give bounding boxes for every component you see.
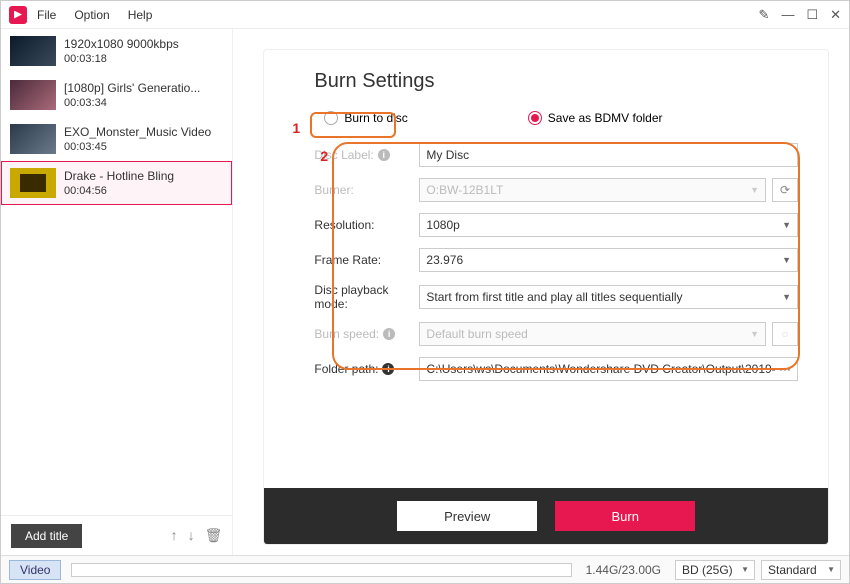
annotation-1: 1: [292, 120, 300, 136]
disc-usage-text: 1.44G/23.00G: [586, 563, 661, 577]
statusbar: Video 1.44G/23.00G BD (25G) Standard: [1, 555, 849, 583]
burn-button[interactable]: Burn: [555, 501, 695, 531]
menu-file[interactable]: File: [37, 8, 56, 22]
item-title: Drake - Hotline Bling: [64, 169, 174, 183]
menu-option[interactable]: Option: [74, 8, 109, 22]
feedback-icon[interactable]: ✎: [759, 7, 770, 23]
radio-burn-to-disc[interactable]: Burn to disc: [324, 111, 407, 125]
menu-help[interactable]: Help: [128, 8, 153, 22]
minimize-icon[interactable]: ―: [781, 7, 794, 22]
list-item[interactable]: EXO_Monster_Music Video 00:03:45: [1, 117, 232, 161]
disc-type-select[interactable]: BD (25G): [675, 560, 755, 580]
burn-speed-select: Default burn speed▼: [419, 322, 766, 346]
playback-mode-select[interactable]: Start from first title and play all titl…: [419, 285, 798, 309]
burn-settings-panel: 1 2 Burn Settings Burn to disc Save as B…: [263, 49, 829, 545]
label-disc-label: Disc Label:i: [314, 148, 419, 162]
label-burn-speed: Burn speed:i: [314, 327, 419, 341]
label-folder-path: Folder path:i: [314, 362, 419, 376]
titlebar: File Option Help ✎ ― ☐ ✕: [1, 1, 849, 29]
radio-icon: [528, 111, 542, 125]
refresh-button[interactable]: ⟳: [772, 178, 798, 202]
annotation-2: 2: [320, 148, 328, 164]
radio-icon: [324, 111, 338, 125]
item-title: [1080p] Girls' Generatio...: [64, 81, 200, 95]
thumbnail: [10, 168, 56, 198]
add-title-button[interactable]: Add title: [11, 524, 82, 548]
label-resolution: Resolution:: [314, 218, 419, 232]
refresh-icon: ⟳: [780, 183, 790, 197]
item-duration: 00:03:45: [64, 141, 211, 153]
sidebar: 1920x1080 9000kbps 00:03:18 [1080p] Girl…: [1, 29, 233, 555]
item-duration: 00:03:34: [64, 97, 200, 109]
info-icon[interactable]: i: [383, 328, 395, 340]
maximize-icon[interactable]: ☐: [806, 7, 818, 23]
folder-path-input[interactable]: C:\Users\ws\Documents\Wondershare DVD Cr…: [419, 357, 798, 381]
quality-select[interactable]: Standard: [761, 560, 841, 580]
item-title: EXO_Monster_Music Video: [64, 125, 211, 139]
info-icon[interactable]: i: [378, 149, 390, 161]
disc-usage-bar: [71, 563, 571, 577]
label-playback-mode: Disc playback mode:: [314, 283, 419, 311]
resolution-select[interactable]: 1080p▼: [419, 213, 798, 237]
thumbnail: [10, 36, 56, 66]
burn-speed-refresh: ○: [772, 322, 798, 346]
radio-save-bdmv[interactable]: Save as BDMV folder: [528, 111, 663, 125]
circle-icon: ○: [781, 327, 788, 341]
thumbnail: [10, 80, 56, 110]
move-down-icon[interactable]: ↓: [188, 527, 195, 544]
disc-label-input[interactable]: My Disc: [419, 143, 798, 167]
radio-label: Burn to disc: [344, 111, 407, 125]
preview-button[interactable]: Preview: [397, 501, 537, 531]
panel-title: Burn Settings: [314, 70, 798, 93]
label-burner: Burner:: [314, 183, 419, 197]
item-title: 1920x1080 9000kbps: [64, 37, 179, 51]
status-video-label: Video: [9, 560, 61, 580]
move-up-icon[interactable]: ↑: [171, 527, 178, 544]
list-item[interactable]: [1080p] Girls' Generatio... 00:03:34: [1, 73, 232, 117]
list-item[interactable]: 1920x1080 9000kbps 00:03:18: [1, 29, 232, 73]
label-frame-rate: Frame Rate:: [314, 253, 419, 267]
burner-select: O:BW-12B1LT▼: [419, 178, 766, 202]
item-duration: 00:03:18: [64, 53, 179, 65]
app-logo: [9, 6, 27, 24]
close-icon[interactable]: ✕: [830, 7, 841, 23]
delete-icon[interactable]: 🗑: [205, 527, 223, 544]
info-icon[interactable]: i: [382, 363, 394, 375]
radio-label: Save as BDMV folder: [548, 111, 663, 125]
item-duration: 00:04:56: [64, 185, 174, 197]
list-item[interactable]: Drake - Hotline Bling 00:04:56: [1, 161, 232, 205]
thumbnail: [10, 124, 56, 154]
frame-rate-select[interactable]: 23.976▼: [419, 248, 798, 272]
